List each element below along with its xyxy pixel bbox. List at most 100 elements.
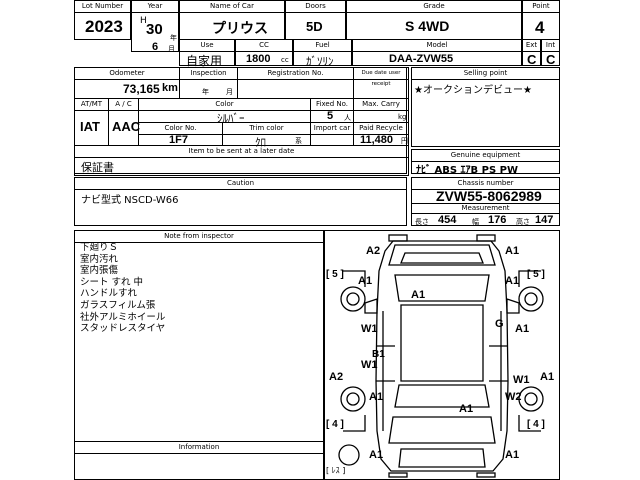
cc: 1800 [246,53,271,65]
tire-rear-right: [ 4 ] [527,419,545,430]
length-label: 長さ [415,218,429,226]
point-cell: Point 4 [522,0,560,40]
point: 4 [535,18,545,37]
note-line: スタッドレスタイヤ [80,323,166,335]
caution: ナビ型式 NSCD-W66 [81,195,179,206]
mark-right-quarter: W2 [505,391,522,403]
car-name: プリウス [212,20,268,36]
car-diagram-cell: A2 A1 A1 A1 A1 G W1 A1 B1 W1 A2 W1 A1 A1… [324,230,560,480]
items-later-cell: Item to be sent at a later date 保証書 [74,145,409,176]
equipment: ﾅﾋﾞ ABS ｴｱB PS PW [416,165,519,176]
mark-left-rear-door: W1 [361,359,378,371]
tire-front-right: [ 5 ] [527,269,545,280]
ext: C [527,52,537,67]
measurement-strip: Measurement [411,203,560,214]
mark-rear-right: A1 [505,449,520,461]
month: 6 [152,41,159,53]
at-mt: IAT [80,119,100,134]
fixed-no: 5 [327,110,334,122]
doors-label: Doors [286,1,345,13]
color-no-cell: Color No. 1F7 [138,122,223,146]
mark-trunk: A1 [459,403,474,415]
tire-front-left: [ 5 ] [326,269,344,280]
year-unit: 年 [170,34,177,42]
doors-cell: Doors 5D [285,0,346,40]
inspection-label: Inspection [180,68,237,80]
mark-front-right: A1 [505,245,520,257]
int: C [546,52,556,67]
mark-hood: A1 [411,289,426,301]
cc-unit: cc [281,56,289,64]
inspector-notes-cell: Note from inspector 下廻りＳ 室内汚れ 室内張傷 シート す… [74,230,324,442]
mark-right-rear-fender: A1 [540,371,555,383]
import-cell: Import car [310,122,354,146]
selling-point: ★オークションデビュー★ [414,85,532,96]
ext-cell: Ext C [522,39,541,67]
at-mt-cell: AT/MT IAT [74,98,109,146]
information-cell: Information [74,441,324,480]
spare-tire: [ ﾚｽ ] [326,466,346,475]
registration-cell: Registration No. [237,67,354,99]
selling-point-cell: Selling point ★オークションデビュー★ [411,67,560,147]
due-date-label: Due date user receipt [354,68,408,87]
trim-color-cell: Trim color ｸﾛ 系 [222,122,311,149]
equipment-cell: Genuine equipment ﾅﾋﾞ ABS ｴｱB PS PW [411,149,560,176]
ac: AAC [112,119,141,134]
ac-label: A / C [109,99,138,111]
mark-roof: G [495,318,504,330]
width-label: 幅 [472,218,479,226]
measurement-label: Measurement [461,204,510,212]
inspection-year-unit: 年 [202,88,209,96]
int-label: Int [542,40,559,52]
mark-left-quarter: A1 [369,391,384,403]
length: 454 [438,214,457,226]
note-line: 下廻りＳ [80,242,119,253]
caution-label: Caution [75,178,406,190]
mark-left-front-door: W1 [361,323,378,335]
lot-number-label: Lot Number [75,1,130,13]
fuel-label: Fuel [294,40,351,52]
ext-label: Ext [523,40,540,52]
fixed-no-cell: Fixed No. 5 人 [310,98,354,123]
grade-cell: Grade S 4WD [346,0,522,40]
point-label: Point [523,1,559,13]
fuel-cell: Fuel ｶﾞｿﾘﾝ [293,39,352,68]
mark-right-rear-door: W1 [513,374,530,386]
note-line: ガラスフィルム張 [80,299,156,311]
model: DAA-ZVW55 [389,53,454,65]
model-cell: Model DAA-ZVW55 [352,39,522,66]
registration-label: Registration No. [238,68,353,80]
name-cell: Name of Car プリウス [179,0,285,40]
information-label: Information [75,442,323,454]
mark-front-right-fender: A1 [505,275,520,287]
auction-sheet: Lot Number 2023 Year H 30 年 6 月 Name of … [74,0,560,480]
note-line: 社外アルミホイール [80,311,166,323]
note-line: 室内汚れ [80,253,119,265]
year-cell: Year H 30 年 6 月 [131,0,179,53]
height-label: 高さ [516,218,530,226]
caution-cell: Caution ナビ型式 NSCD-W66 [74,177,407,226]
import-label: Import car [311,123,353,135]
grade-label: Grade [347,1,521,13]
note-line: 室内張傷 [80,265,119,277]
year: 30 [146,21,163,38]
mark-left-rear-fender: A2 [329,371,344,383]
mark-rear-left: A1 [369,449,384,461]
mark-front-left-fender: A1 [358,275,373,287]
trim-color-label: Trim color [223,123,310,135]
name-label: Name of Car [180,1,284,13]
items-later-label: Item to be sent at a later date [75,146,408,158]
at-mt-label: AT/MT [75,99,108,111]
use-label: Use [180,40,234,52]
max-carry-cell: Max. Carry kg [353,98,409,123]
color-cell: Color ｼﾙﾊﾞｰ [138,98,311,125]
due-date-cell: Due date user receipt [353,67,409,99]
odometer-label: Odometer [75,68,179,80]
spec-block: Odometer 73,165 km Inspection 年 月 Regist… [74,67,409,176]
ac-cell: A / C AAC [108,98,141,146]
car-diagram [338,234,544,478]
chassis-number: ZVW55-8062989 [436,188,542,204]
cc-cell: CC 1800 cc [235,39,293,66]
height: 147 [535,214,554,226]
inspection-month-unit: 月 [226,88,233,96]
